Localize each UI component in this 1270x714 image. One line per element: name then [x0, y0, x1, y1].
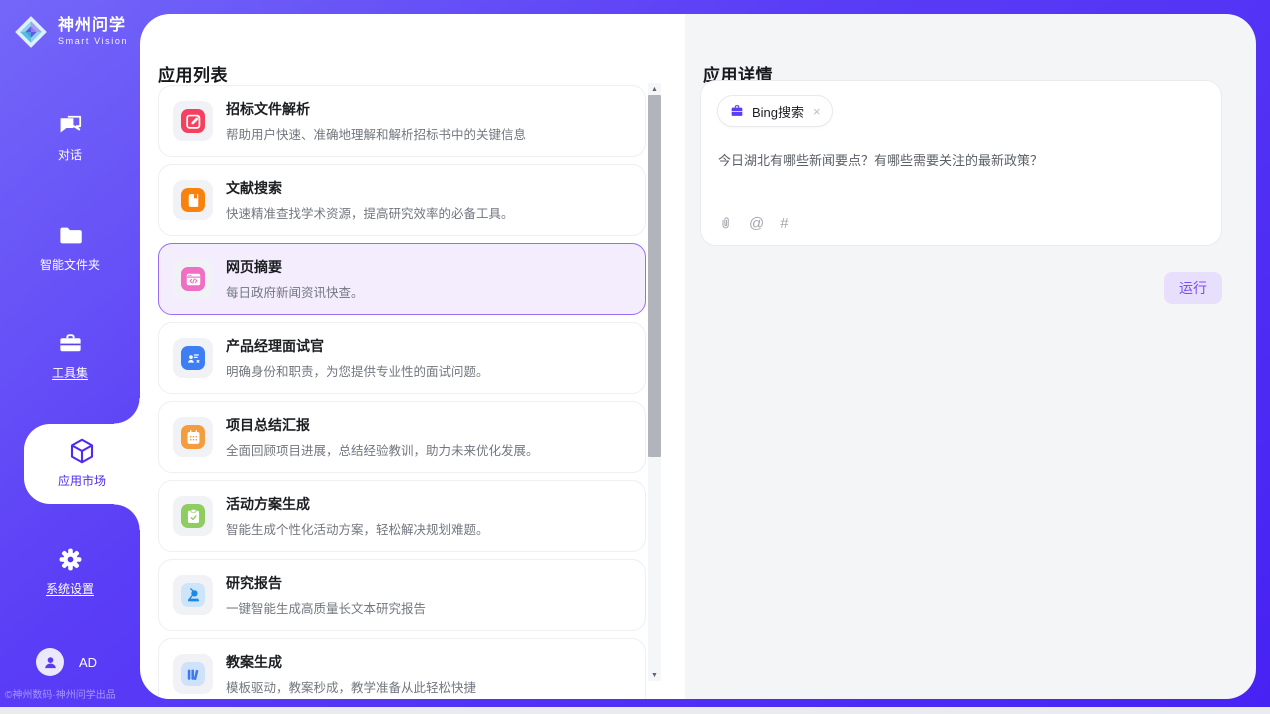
mention-icon[interactable]: @ — [749, 216, 764, 231]
sidebar-item-app-market[interactable]: 应用市场 — [24, 424, 140, 504]
app-desc: 一键智能生成高质量长文本研究报告 — [226, 598, 426, 617]
close-icon[interactable]: × — [813, 105, 821, 118]
edit-document-icon — [181, 109, 205, 133]
copyright-footer: ©神州数码·神州问学出品 — [5, 686, 140, 701]
app-list-item[interactable]: 研究报告 一键智能生成高质量长文本研究报告 — [158, 559, 646, 631]
app-desc: 明确身份和职责，为您提供专业性的面试问题。 — [226, 361, 489, 380]
sidebar-item-label: 对话 — [58, 148, 82, 162]
user-icon — [42, 654, 59, 671]
app-list-item[interactable]: 教案生成 模板驱动，教案秒成，教学准备从此轻松快捷 — [158, 638, 646, 699]
tool-chip-bing-search[interactable]: Bing搜索 × — [717, 95, 833, 127]
app-name: 研究报告 — [226, 573, 426, 593]
app-detail-panel: 应用详情 Bing搜索 × 今日湖北有哪些新闻要点？有哪些需要关注的最新政策？ — [685, 14, 1256, 699]
app-name: 活动方案生成 — [226, 494, 489, 514]
app-desc: 快速精准查找学术资源，提高研究效率的必备工具。 — [226, 203, 514, 222]
app-desc: 帮助用户快速、准确地理解和解析招标书中的关键信息 — [226, 124, 526, 143]
sidebar-item-label: 系统设置 — [46, 582, 94, 596]
app-desc: 智能生成个性化活动方案，轻松解决规划难题。 — [226, 519, 489, 538]
folder-icon — [57, 222, 84, 249]
cube-icon — [67, 436, 97, 466]
user-name: AD — [79, 655, 97, 670]
tool-chip-label: Bing搜索 — [752, 102, 804, 121]
app-list-item[interactable]: 招标文件解析 帮助用户快速、准确地理解和解析招标书中的关键信息 — [158, 85, 646, 157]
app-name: 项目总结汇报 — [226, 415, 539, 435]
books-icon — [181, 662, 205, 686]
app-desc: 模板驱动，教案秒成，教学准备从此轻松快捷 — [226, 677, 476, 696]
app-icon-tile — [173, 496, 213, 536]
app-icon-tile — [173, 180, 213, 220]
app-list-title: 应用列表 — [158, 61, 228, 86]
book-icon — [181, 188, 205, 212]
app-icon-tile — [173, 338, 213, 378]
sidebar-item-smart-folder[interactable]: 智能文件夹 — [0, 222, 140, 274]
prompt-input[interactable]: 今日湖北有哪些新闻要点？有哪些需要关注的最新政策？ — [718, 151, 1201, 171]
app-list-panel: 应用列表 招标文件解析 帮助用户快速、准确地理解和解析招标书中的关键信息 — [140, 14, 685, 699]
sidebar-item-label: 智能文件夹 — [40, 258, 100, 272]
app-frame: 神州问学 Smart Vision 对话 智能文件夹 工具集 — [0, 0, 1270, 707]
sidebar: 神州问学 Smart Vision 对话 智能文件夹 工具集 — [0, 0, 140, 707]
app-window: { "sidebar": { "logo": {"title": "神州问学",… — [0, 0, 1270, 714]
main-content: 应用列表 招标文件解析 帮助用户快速、准确地理解和解析招标书中的关键信息 — [140, 14, 1256, 699]
person-document-icon — [181, 346, 205, 370]
chat-icon — [57, 112, 84, 139]
sidebar-item-chat[interactable]: 对话 — [0, 112, 140, 164]
prompt-card: Bing搜索 × 今日湖北有哪些新闻要点？有哪些需要关注的最新政策？ @ # — [700, 80, 1222, 246]
app-name: 招标文件解析 — [226, 99, 526, 119]
app-desc: 全面回顾项目进展，总结经验教训，助力未来优化发展。 — [226, 440, 539, 459]
logo-title: 神州问学 — [58, 17, 128, 35]
scrollbar-thumb[interactable] — [648, 95, 661, 457]
app-list-item[interactable]: 项目总结汇报 全面回顾项目进展，总结经验教训，助力未来优化发展。 — [158, 401, 646, 473]
app-icon-tile — [173, 654, 213, 694]
diamond-logo-icon — [12, 13, 50, 51]
briefcase-icon — [729, 103, 745, 119]
prompt-toolbar: @ # — [718, 215, 789, 232]
clipboard-check-icon — [181, 504, 205, 528]
app-name: 网页摘要 — [226, 257, 364, 277]
calendar-note-icon — [181, 425, 205, 449]
sidebar-item-toolkit[interactable]: 工具集 — [0, 330, 140, 382]
scroll-down-arrow-icon[interactable]: ▼ — [648, 669, 661, 681]
app-desc: 每日政府新闻资讯快查。 — [226, 282, 364, 301]
app-list-item-selected[interactable]: 网页摘要 每日政府新闻资讯快查。 — [158, 243, 646, 315]
app-logo: 神州问学 Smart Vision — [12, 13, 128, 51]
app-name: 文献搜索 — [226, 178, 514, 198]
list-scrollbar[interactable]: ▲ ▼ — [648, 83, 661, 681]
sidebar-item-settings[interactable]: 系统设置 — [0, 546, 140, 598]
scroll-up-arrow-icon[interactable]: ▲ — [648, 83, 661, 95]
app-icon-tile — [173, 259, 213, 299]
attachment-icon[interactable] — [718, 215, 733, 232]
app-name: 教案生成 — [226, 652, 476, 672]
app-icon-tile — [173, 575, 213, 615]
sidebar-item-label: 应用市场 — [58, 474, 106, 488]
app-list-item[interactable]: 活动方案生成 智能生成个性化活动方案，轻松解决规划难题。 — [158, 480, 646, 552]
logo-subtitle: Smart Vision — [58, 37, 128, 47]
hashtag-icon[interactable]: # — [780, 216, 788, 231]
run-button[interactable]: 运行 — [1164, 272, 1222, 304]
app-icon-tile — [173, 101, 213, 141]
toolbox-icon — [57, 330, 84, 357]
app-list-item[interactable]: 文献搜索 快速精准查找学术资源，提高研究效率的必备工具。 — [158, 164, 646, 236]
app-icon-tile — [173, 417, 213, 457]
browser-code-icon — [181, 267, 205, 291]
avatar — [36, 648, 64, 676]
microscope-icon — [181, 583, 205, 607]
app-list-item[interactable]: 产品经理面试官 明确身份和职责，为您提供专业性的面试问题。 — [158, 322, 646, 394]
user-account[interactable]: AD — [36, 648, 97, 676]
app-name: 产品经理面试官 — [226, 336, 489, 356]
sidebar-item-label: 工具集 — [52, 366, 88, 380]
gear-icon — [57, 546, 84, 573]
